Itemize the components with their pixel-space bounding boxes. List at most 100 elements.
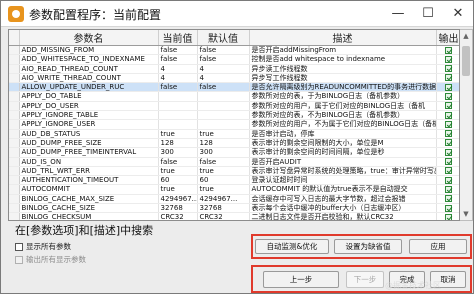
output-checkbox-icon[interactable]: [445, 83, 452, 91]
scroll-up-arrow-icon[interactable]: ▲: [460, 30, 472, 42]
close-button[interactable]: ✕: [445, 2, 471, 26]
table-row[interactable]: AUD_DUMP_FREE_TIMEINTERVAL 300 300 表示审计的剩余空…: [9, 147, 459, 158]
output-checkbox-icon[interactable]: [445, 213, 452, 220]
header-indicator: [9, 30, 20, 46]
vertical-scrollbar[interactable]: ▲ ▼: [460, 29, 473, 221]
output-cell: [436, 184, 459, 195]
output-checkbox-icon[interactable]: [445, 185, 452, 193]
table-row[interactable]: AUD_DB_STATUS true true 是否审计启动，停库: [9, 129, 459, 139]
param-name-cell: AUD_TRL_WRT_ERR: [19, 166, 159, 177]
param-name-cell: AUTOCOMMIT: [19, 184, 159, 195]
default-value-cell: [197, 91, 250, 102]
current-value-cell: true: [158, 166, 198, 177]
row-indicator: [9, 157, 20, 167]
current-value-cell: false: [158, 157, 198, 167]
header-description[interactable]: 描述: [249, 30, 437, 46]
header-output[interactable]: 输出: [436, 30, 459, 46]
table-row[interactable]: ALLOW_UPDATE_UNDER_RUC false false 是否允许隔离级别…: [9, 82, 459, 93]
output-checkbox-icon[interactable]: [445, 74, 452, 82]
table-row[interactable]: AUTHENTICATION_TIMEOUT 60 60 登录认证超时时间: [9, 175, 459, 186]
table-row[interactable]: ADD_MISSING_FROM false false 是否开启addMissing…: [9, 45, 459, 56]
output-checkbox-icon[interactable]: [445, 102, 452, 110]
row-indicator: [9, 166, 20, 177]
default-value-cell: 32768: [197, 203, 250, 214]
scroll-down-arrow-icon[interactable]: ▼: [460, 208, 472, 220]
output-cell: [436, 157, 459, 167]
table-row[interactable]: BINLOG_CACHE_MAX_SIZE 4294967... 4294967..…: [9, 194, 459, 205]
description-cell: 参数所对应的用户，属于它们对应的BINLOG日志（备机: [249, 101, 437, 112]
default-value-cell: 4294967...: [197, 194, 250, 205]
row-indicator: [9, 101, 20, 112]
param-name-cell: AUTHENTICATION_TIMEOUT: [19, 175, 159, 186]
default-value-cell: false: [197, 157, 250, 167]
output-cell: [436, 54, 459, 65]
row-indicator: [9, 184, 20, 195]
output-checkbox-icon[interactable]: [445, 130, 452, 138]
table-row[interactable]: APPLY_DO_USER 参数所对应的用户，属于它们对应的BINLOG日志（备机: [9, 101, 459, 112]
current-value-cell: 4294967...: [158, 194, 198, 205]
row-indicator: [9, 110, 20, 121]
table-row[interactable]: AUD_TRL_WRT_ERR true true 表示审计写盘异常时系统的处理策略，…: [9, 166, 459, 177]
description-cell: 异步读工作线程数: [249, 64, 437, 74]
current-value-cell: true: [158, 129, 198, 139]
default-value-cell: true: [197, 184, 250, 195]
set-default-button[interactable]: 设置为缺省值: [334, 239, 402, 254]
output-checkbox-icon[interactable]: [445, 46, 452, 54]
output-cell: [436, 129, 459, 139]
table-row[interactable]: AIO_READ_THREAD_COUNT 4 4 异步读工作线程数: [9, 64, 459, 74]
current-value-cell: false: [158, 82, 198, 93]
output-checkbox-icon[interactable]: [445, 176, 452, 184]
header-param-name[interactable]: 参数名: [19, 30, 159, 46]
header-default-value[interactable]: 默认值: [197, 30, 250, 46]
description-cell: 是否审计启动，停库: [249, 129, 437, 139]
search-field[interactable]: 在[参数选项]和[描述]中搜索: [15, 223, 215, 238]
output-cell: [436, 110, 459, 121]
auto-optimize-button[interactable]: 自动监测&优化: [255, 239, 329, 254]
row-indicator: [9, 203, 20, 214]
description-cell: 二进制日志文件是否开启校验和，默认CRC32: [249, 212, 437, 220]
output-cell: [436, 119, 459, 130]
show-all-params-option[interactable]: 显示所有参数: [15, 242, 71, 252]
row-indicator: [9, 212, 20, 220]
output-checkbox-icon[interactable]: [445, 195, 452, 203]
default-value-cell: true: [197, 166, 250, 177]
output-checkbox-icon[interactable]: [445, 120, 452, 128]
parameter-grid[interactable]: 参数名 当前值 默认值 描述 输出 ADD_MISSING_FROM false f…: [8, 29, 460, 221]
parameter-table: 参数名 当前值 默认值 描述 输出 ADD_MISSING_FROM false f…: [9, 30, 459, 220]
maximize-button[interactable]: ☐: [415, 2, 441, 26]
table-row[interactable]: AIO_WRITE_THREAD_COUNT 4 4 异步写工作线程数: [9, 73, 459, 84]
output-checkbox-icon[interactable]: [445, 92, 452, 100]
row-indicator: [9, 45, 20, 56]
output-checkbox-icon[interactable]: [445, 111, 452, 119]
header-current-value[interactable]: 当前值: [158, 30, 198, 46]
table-row[interactable]: APPLY_DO_TABLE 参数所对应的表，于为BINLOG日志（备机参数）: [9, 91, 459, 102]
row-indicator: [9, 73, 20, 84]
table-row[interactable]: ADD_WHITESPACE_TO_INDEXNAME false false 控制是…: [9, 54, 459, 65]
table-row[interactable]: AUD_DUMP_FREE_SIZE 128 128 表示审计的剩余空间限制的大小，单…: [9, 138, 459, 149]
output-checkbox-icon[interactable]: [445, 65, 452, 73]
output-checkbox-icon[interactable]: [445, 204, 452, 212]
table-row[interactable]: AUD_IS_ON false false 是否开启AUDIT: [9, 157, 459, 167]
param-name-cell: ADD_WHITESPACE_TO_INDEXNAME: [19, 54, 159, 65]
checkbox-icon[interactable]: [15, 243, 23, 251]
param-name-cell: AUD_DUMP_FREE_SIZE: [19, 138, 159, 149]
scroll-thumb[interactable]: [462, 46, 470, 76]
minimize-button[interactable]: —: [385, 2, 411, 26]
output-checkbox-icon[interactable]: [445, 167, 452, 175]
table-row[interactable]: BINLOG_CHECKSUM CRC32 CRC32 二进制日志文件是否开启校验和，…: [9, 212, 459, 220]
table-row[interactable]: APPLY_IGNORE_TABLE 参数所对应的表，不为BINLOG日志（备机参…: [9, 110, 459, 121]
output-checkbox-icon[interactable]: [445, 158, 452, 166]
table-row[interactable]: BINLOG_CACHE_SIZE 32768 32768 表示每个会话中缓冲的buf…: [9, 203, 459, 214]
param-name-cell: BINLOG_CACHE_SIZE: [19, 203, 159, 214]
output-checkbox-icon[interactable]: [445, 139, 452, 147]
default-value-cell: [197, 110, 250, 121]
output-checkbox-icon[interactable]: [445, 148, 452, 156]
default-value-cell: 4: [197, 64, 250, 74]
prev-step-button[interactable]: 上一步: [263, 271, 339, 288]
output-checkbox-icon[interactable]: [445, 55, 452, 63]
current-value-cell: [158, 91, 198, 102]
table-row[interactable]: APPLY_IGNORE_USER 参数所对应的用户，不为属于它们对应的BINLO…: [9, 119, 459, 130]
row-indicator: [9, 175, 20, 186]
table-row[interactable]: AUTOCOMMIT true true AUTOCOMMIT 的默认值为true表示…: [9, 184, 459, 195]
apply-button[interactable]: 应用: [409, 239, 467, 254]
